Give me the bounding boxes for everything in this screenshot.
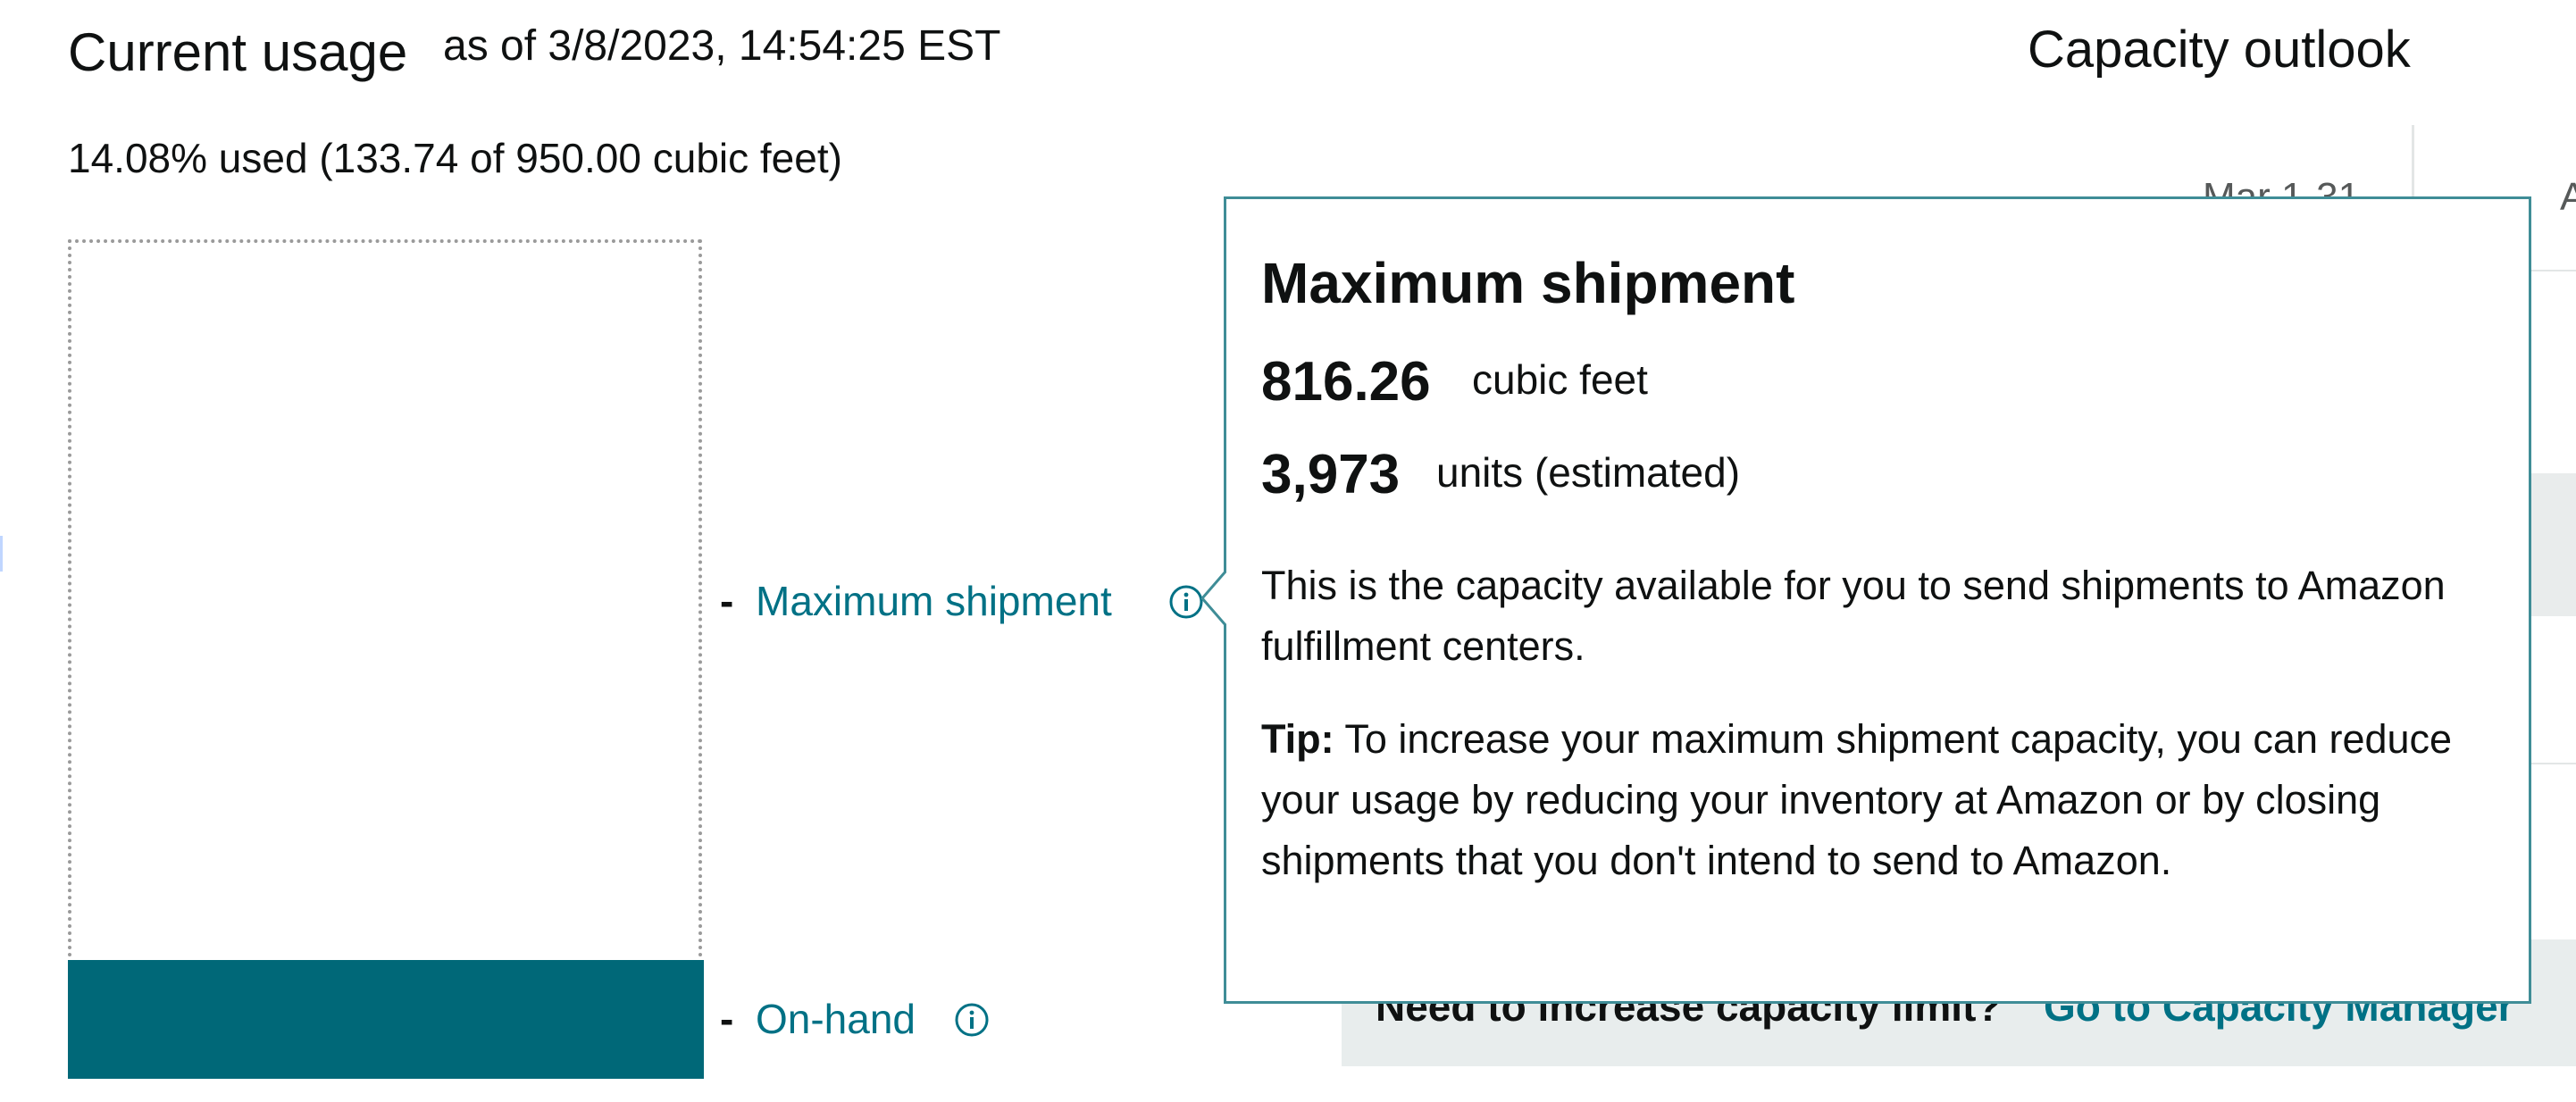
- current-usage-title: Current usage: [68, 22, 408, 82]
- info-icon[interactable]: [954, 1002, 990, 1038]
- edge-indicator: [0, 536, 3, 572]
- legend-dash: -: [720, 996, 734, 1042]
- on-hand-fill: [68, 960, 704, 1079]
- popover-description: This is the capacity available for you t…: [1261, 563, 2446, 669]
- popover-arrow: [1200, 572, 1227, 625]
- as-of-timestamp: as of 3/8/2023, 14:54:25 EST: [443, 22, 1001, 70]
- maximum-shipment-link[interactable]: Maximum shipment: [756, 577, 1112, 625]
- capacity-outlook-title: Capacity outlook: [2028, 21, 2411, 79]
- usage-summary: 14.08% used (133.74 of 950.00 cubic feet…: [68, 135, 842, 181]
- on-hand-link[interactable]: On-hand: [756, 995, 916, 1043]
- popover-title: Maximum shipment: [1261, 251, 1795, 315]
- popover-tip: Tip: To increase your maximum shipment c…: [1261, 709, 2494, 891]
- cubic-feet-unit: cubic feet: [1472, 356, 1648, 403]
- capacity-bar: [68, 239, 702, 1079]
- tip-text: To increase your maximum shipment capaci…: [1261, 716, 2453, 883]
- cubic-feet-value: 816.26: [1261, 351, 1431, 413]
- outlook-cell-highlight: [2528, 473, 2576, 616]
- tip-label: Tip:: [1261, 716, 1334, 762]
- units-unit: units (estimated): [1436, 449, 1741, 496]
- units-value: 3,973: [1261, 444, 1401, 505]
- legend-dash: -: [720, 578, 734, 624]
- info-icon[interactable]: [1168, 584, 1204, 620]
- outlook-next-column: A: [2560, 175, 2576, 219]
